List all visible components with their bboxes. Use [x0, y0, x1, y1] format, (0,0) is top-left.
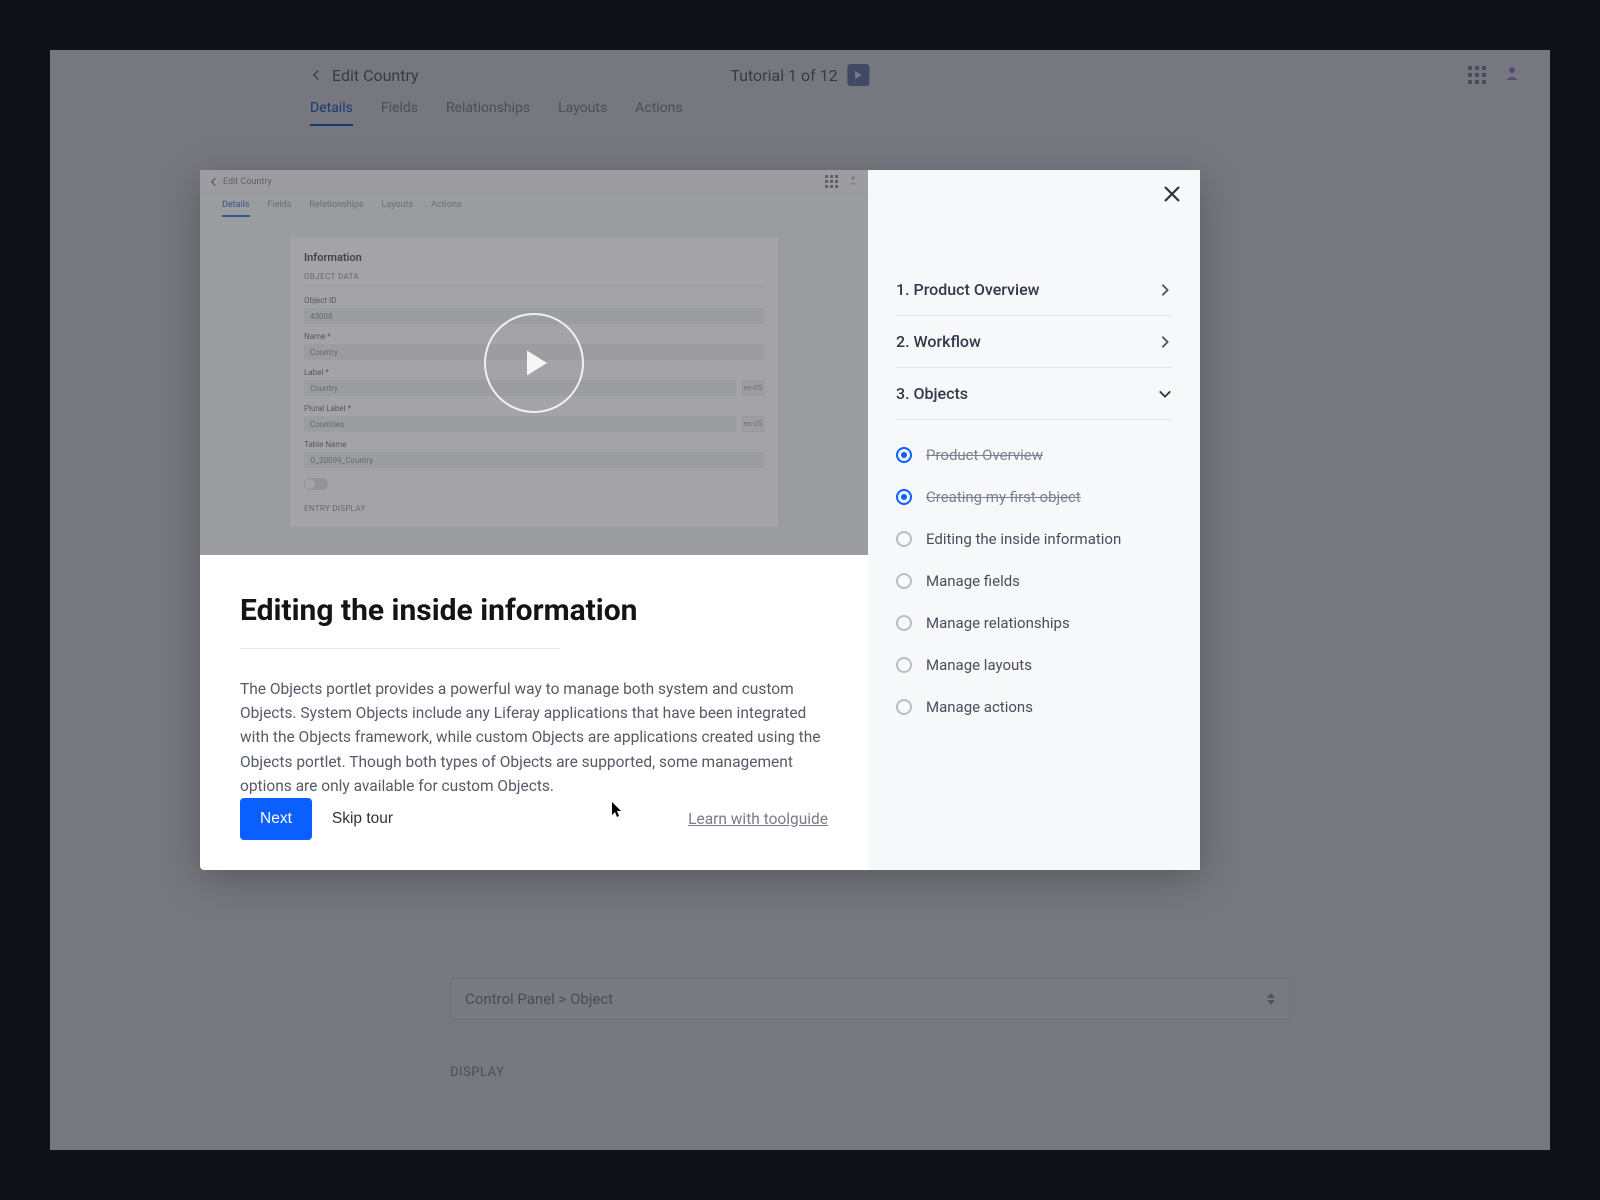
lesson-item[interactable]: Manage layouts [896, 656, 1172, 674]
learn-link[interactable]: Learn with toolguide [688, 810, 828, 828]
lesson-item[interactable]: Manage relationships [896, 614, 1172, 632]
radio-icon [896, 573, 912, 589]
cursor-icon [612, 802, 624, 822]
next-button[interactable]: Next [240, 798, 312, 840]
chapter-item[interactable]: 2. Workflow [896, 316, 1172, 368]
close-button[interactable] [1162, 184, 1182, 207]
radio-icon [896, 657, 912, 673]
chapter-sidebar: 1. Product Overview 2. Workflow 3. Objec… [868, 170, 1200, 870]
lesson-list: Product Overview Creating my first objec… [896, 446, 1172, 716]
chapter-label: 2. Workflow [896, 332, 981, 351]
chevron-right-icon [1158, 335, 1172, 349]
radio-done-icon [896, 447, 912, 463]
lesson-label: Manage fields [926, 572, 1020, 590]
skip-tour-button[interactable]: Skip tour [332, 810, 393, 828]
lesson-item-done[interactable]: Creating my first object [896, 488, 1172, 506]
lesson-title: Editing the inside information [240, 593, 828, 628]
lesson-item[interactable]: Manage fields [896, 572, 1172, 590]
lesson-item[interactable]: Editing the inside information [896, 530, 1172, 548]
play-button[interactable] [484, 313, 584, 413]
lesson-item-done[interactable]: Product Overview [896, 446, 1172, 464]
tutorial-modal: Edit Country Details Fields Relationship… [200, 170, 1200, 870]
chapter-label: 3. Objects [896, 384, 968, 403]
radio-done-icon [896, 489, 912, 505]
radio-icon [896, 699, 912, 715]
lesson-item[interactable]: Manage actions [896, 698, 1172, 716]
lesson-label: Manage actions [926, 698, 1033, 716]
modal-left: Edit Country Details Fields Relationship… [200, 170, 868, 870]
lesson-label: Manage layouts [926, 656, 1032, 674]
close-icon [1162, 184, 1182, 204]
chapter-item[interactable]: 1. Product Overview [896, 264, 1172, 316]
play-icon [524, 348, 550, 378]
chevron-right-icon [1158, 283, 1172, 297]
chevron-down-icon [1158, 387, 1172, 401]
chapter-item-expanded[interactable]: 3. Objects [896, 368, 1172, 420]
lesson-label: Editing the inside information [926, 530, 1121, 548]
video-area[interactable]: Edit Country Details Fields Relationship… [200, 170, 868, 555]
lesson-body: The Objects portlet provides a powerful … [240, 677, 828, 798]
radio-icon [896, 615, 912, 631]
chapter-list: 1. Product Overview 2. Workflow 3. Objec… [896, 264, 1172, 420]
lesson-footer: Next Skip tour Learn with toolguide [240, 798, 828, 840]
lesson-content: Editing the inside information The Objec… [200, 555, 868, 870]
lesson-label: Product Overview [926, 446, 1043, 464]
chapter-label: 1. Product Overview [896, 280, 1040, 299]
radio-icon [896, 531, 912, 547]
lesson-label: Creating my first object [926, 488, 1081, 506]
divider [240, 648, 560, 649]
lesson-label: Manage relationships [926, 614, 1070, 632]
